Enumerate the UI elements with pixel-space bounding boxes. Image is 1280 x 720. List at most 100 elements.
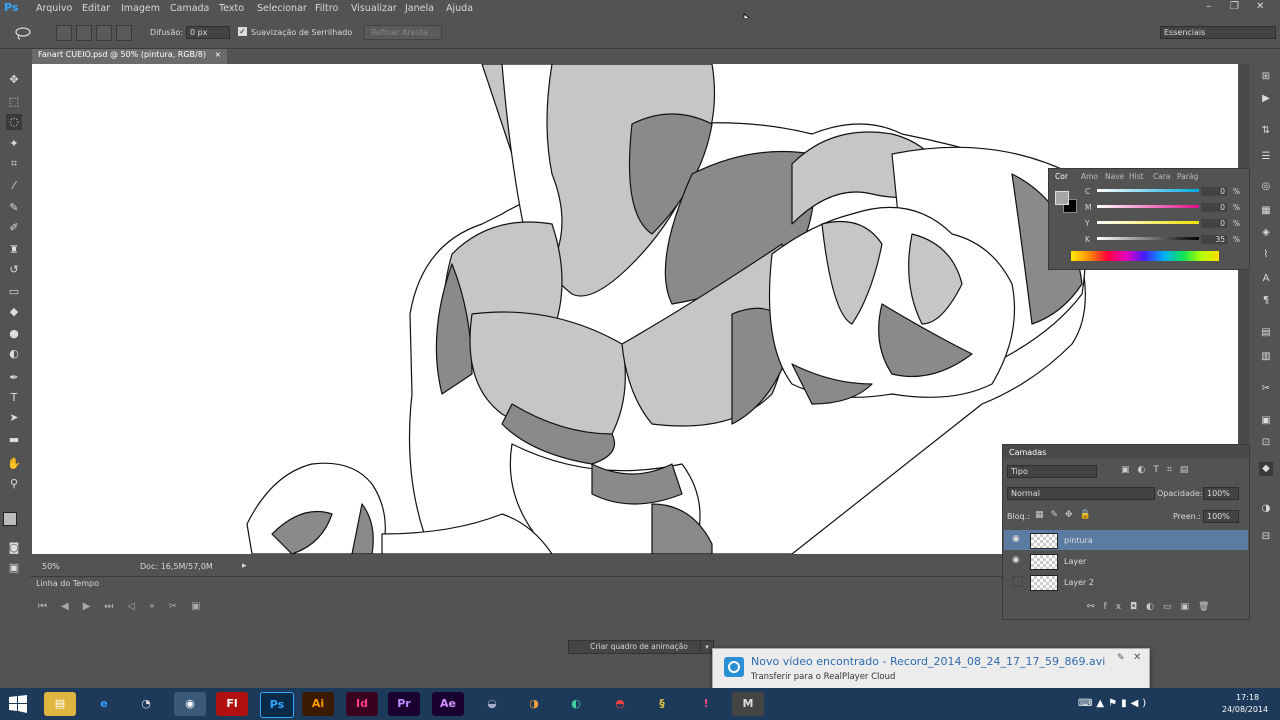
app-icon[interactable]: ! [690, 692, 722, 716]
app-icon[interactable]: ◐ [560, 692, 592, 716]
visibility-toggle[interactable] [1012, 576, 1023, 587]
tab-historico[interactable]: Hist [1129, 172, 1144, 181]
minimize-button[interactable]: – [1206, 1, 1211, 12]
taskbar-indesign[interactable]: Id [346, 692, 378, 716]
channel-k-slider[interactable] [1097, 237, 1199, 240]
clone-stamp-tool-icon[interactable]: ♜ [6, 242, 22, 258]
paragraph-panel-icon[interactable]: ¶ [1259, 294, 1273, 308]
refine-edge-button[interactable]: Refinar Aresta... [364, 25, 443, 40]
tab-cor[interactable]: Cor [1055, 172, 1068, 181]
channels-panel-icon[interactable]: ◑ [1259, 502, 1273, 516]
chrome-icon[interactable]: ◉ [174, 692, 206, 716]
layers-footer-icons[interactable]: ⚯fx◘◐▭▣🗑 [1087, 602, 1218, 612]
file-explorer-icon[interactable]: ▤ [44, 692, 76, 716]
timeline-controls[interactable]: ⏮◀▶⏭◁⌖✂▣ [38, 601, 215, 612]
history-brush-tool-icon[interactable]: ↺ [6, 262, 22, 278]
type-tool-icon[interactable]: T [6, 390, 22, 406]
layer-row-pintura[interactable]: ◉ pintura [1004, 530, 1248, 550]
menu-imagem[interactable]: Imagem [121, 3, 160, 14]
workspace-select[interactable]: Essenciais [1160, 26, 1276, 39]
layer-row-layer[interactable]: ◉ Layer [1004, 551, 1248, 571]
fg-color-chip[interactable] [1055, 191, 1069, 205]
app-icon[interactable]: ◓ [604, 692, 636, 716]
app-icon[interactable]: ◑ [518, 692, 550, 716]
menu-arquivo[interactable]: Arquivo [36, 3, 72, 14]
properties-panel-icon[interactable]: ☰ [1259, 150, 1273, 164]
actions-panel-icon[interactable]: ▶ [1259, 92, 1273, 106]
windows-start-icon[interactable] [8, 694, 28, 714]
zoom-tool-icon[interactable]: ⚲ [6, 476, 22, 492]
subtract-selection-button[interactable] [96, 25, 112, 41]
eye-icon[interactable]: ◉ [1012, 555, 1020, 565]
status-menu-arrow-icon[interactable]: ▸ [242, 561, 247, 571]
close-button[interactable]: ✕ [1256, 1, 1264, 12]
feather-input[interactable]: 0 px [186, 26, 230, 39]
notification-subtitle[interactable]: Transferir para o RealPlayer Cloud [751, 672, 895, 682]
intersect-selection-button[interactable] [116, 25, 132, 41]
eraser-tool-icon[interactable]: ▭ [6, 284, 22, 300]
adjustments-panel-icon[interactable]: ⇅ [1259, 124, 1273, 138]
path-selection-tool-icon[interactable]: ➤ [6, 410, 22, 426]
fill-input[interactable]: 100% [1203, 510, 1239, 523]
lasso-tool-icon[interactable]: ◌ [6, 114, 22, 130]
paths-panel-icon[interactable]: ⊟ [1259, 530, 1273, 544]
tab-amostras[interactable]: Amo [1081, 172, 1098, 181]
eye-icon[interactable]: ◉ [1012, 534, 1020, 544]
document-tab-close[interactable]: × [215, 50, 222, 59]
zoom-level[interactable]: 50% [42, 562, 60, 571]
tool-presets-panel-icon[interactable]: ✂ [1259, 382, 1273, 396]
opacity-input[interactable]: 100% [1203, 487, 1239, 500]
eyedropper-tool-icon[interactable]: ⁄ [6, 178, 22, 194]
marquee-tool-icon[interactable]: ⬚ [6, 94, 22, 110]
notification-close-button[interactable]: ✕ [1133, 652, 1141, 663]
taskbar-app-m[interactable]: M [732, 692, 764, 716]
taskbar-flash[interactable]: Fl [216, 692, 248, 716]
tab-caractere[interactable]: Cara [1153, 172, 1171, 181]
restore-button[interactable]: ❐ [1230, 1, 1239, 12]
clock-time[interactable]: 17:18 [1236, 693, 1259, 702]
app-icon[interactable]: ◒ [476, 692, 508, 716]
menu-camada[interactable]: Camada [170, 3, 209, 14]
layer-filter-icons[interactable]: ▣◐T⌗▤ [1121, 465, 1196, 475]
brush-panel-icon[interactable]: ◎ [1259, 180, 1273, 194]
navigator-panel-icon[interactable]: ⊡ [1259, 436, 1273, 450]
blur-tool-icon[interactable]: ● [6, 326, 22, 342]
foreground-color-swatch[interactable] [3, 512, 17, 526]
hand-tool-icon[interactable]: ✋ [6, 456, 22, 472]
history-panel-icon[interactable]: ⊞ [1259, 70, 1273, 84]
app-icon[interactable]: § [646, 692, 678, 716]
pin-icon[interactable]: ✎ [1117, 653, 1125, 663]
menu-visualizar[interactable]: Visualizar [351, 3, 397, 14]
realplayer-notification[interactable]: Novo vídeo encontrado - Record_2014_08_2… [712, 648, 1150, 690]
channel-m-slider[interactable] [1097, 205, 1199, 208]
screen-mode-icon[interactable]: ▣ [6, 560, 22, 576]
lock-icons[interactable]: ▦✎✥🔒 [1035, 510, 1098, 520]
quick-selection-tool-icon[interactable]: ✦ [6, 136, 22, 152]
swatches-panel-icon[interactable]: ▦ [1259, 204, 1273, 218]
paint-bucket-tool-icon[interactable]: ◆ [6, 304, 22, 320]
layers-panel-title[interactable]: Camadas [1009, 448, 1046, 457]
notes-panel-icon[interactable]: ▤ [1259, 326, 1273, 340]
crop-tool-icon[interactable]: ⌗ [6, 156, 22, 172]
menu-janela[interactable]: Janela [405, 3, 434, 14]
channel-m-value[interactable]: 0 [1201, 203, 1227, 212]
create-frame-button[interactable]: Criar quadro de animação [568, 640, 710, 654]
tab-navegador[interactable]: Nave [1105, 172, 1124, 181]
info-panel-icon[interactable]: ▥ [1259, 350, 1273, 364]
menu-texto[interactable]: Texto [219, 3, 244, 14]
new-selection-button[interactable] [56, 25, 72, 41]
layers-panel-icon[interactable]: ◆ [1259, 462, 1273, 476]
shape-tool-icon[interactable]: ▬ [6, 432, 22, 448]
layer-filter-select[interactable]: Tipo [1007, 465, 1097, 478]
taskbar-premiere[interactable]: Pr [388, 692, 420, 716]
clone-source-panel-icon[interactable]: ⌇ [1259, 248, 1273, 262]
layer-row-layer-2[interactable]: Layer 2 [1004, 572, 1248, 592]
channel-k-value[interactable]: 35 [1201, 235, 1227, 244]
clock-date[interactable]: 24/08/2014 [1222, 705, 1268, 714]
app-icon[interactable]: ◔ [130, 692, 162, 716]
color-spectrum-bar[interactable] [1071, 251, 1219, 261]
quick-mask-icon[interactable]: ◙ [6, 540, 22, 556]
move-tool-icon[interactable]: ✥ [6, 72, 22, 88]
brush-tool-icon[interactable]: ✐ [6, 220, 22, 236]
layer-comps-panel-icon[interactable]: ▣ [1259, 414, 1273, 428]
